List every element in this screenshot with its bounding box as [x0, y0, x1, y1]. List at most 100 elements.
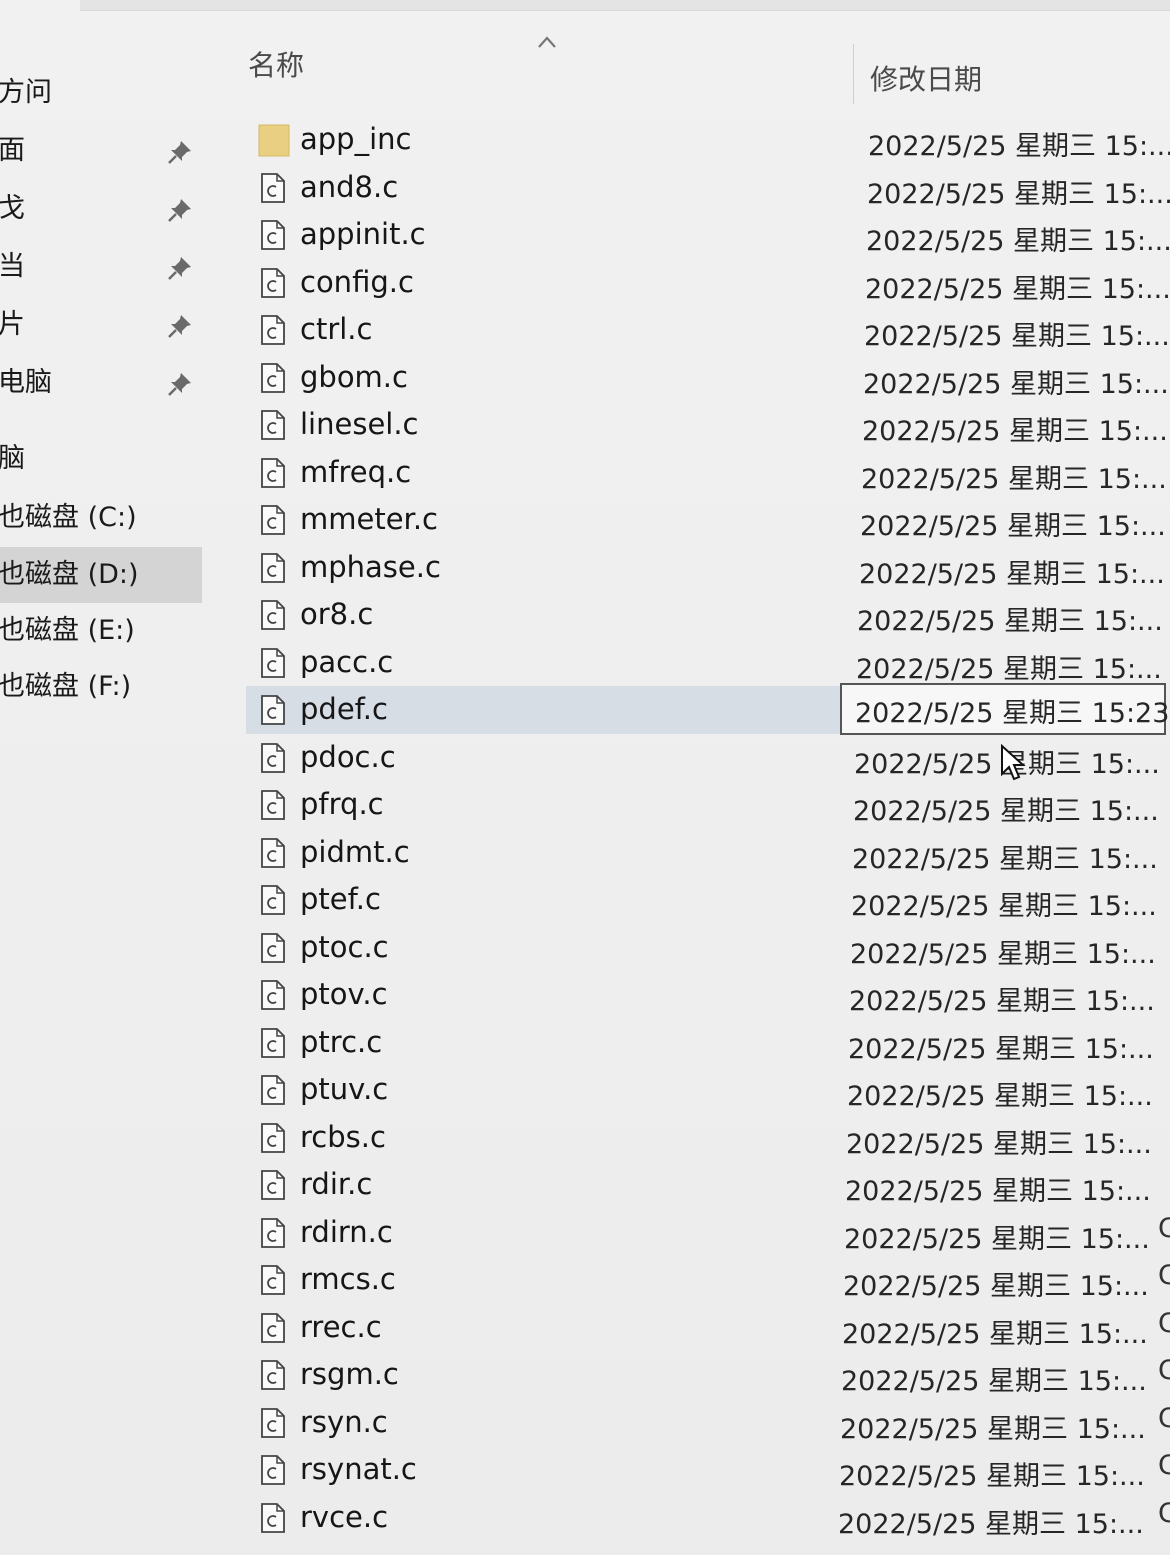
modified-date: 2022/5/25 星期三 15:...: [845, 1176, 1151, 1207]
modified-date: 2022/5/25 星期三 15:...: [862, 416, 1168, 447]
file-row[interactable]: rdir.c 2022/5/25 星期三 15:...: [246, 1161, 1170, 1209]
file-row[interactable]: pidmt.c 2022/5/25 星期三 15:...: [246, 829, 1170, 877]
navigation-pane: 方问面戈当片电脑脑也磁盘 (C:) 也磁盘 (D:) 也磁盘 (E:) 也磁盘 (F:…: [0, 0, 210, 1555]
c-file-icon: [261, 980, 285, 1010]
modified-date: 2022/5/25 星期三 15:...: [840, 1414, 1146, 1445]
modified-date: 2022/5/25 星期三 15:...: [848, 1034, 1154, 1065]
modified-date: 2022/5/25 星期三 15:...: [843, 1271, 1149, 1302]
file-row[interactable]: and8.c 2022/5/25 星期三 15:...: [246, 164, 1170, 212]
pin-icon[interactable]: [166, 370, 194, 398]
file-row[interactable]: rsyn.c 2022/5/25 星期三 15:... C: [246, 1399, 1170, 1447]
sidebar-item-label: 也磁盘 (F:): [0, 671, 132, 702]
c-file-icon: [261, 1075, 285, 1105]
file-row[interactable]: mmeter.c 2022/5/25 星期三 15:...: [246, 496, 1170, 544]
file-row[interactable]: rcbs.c 2022/5/25 星期三 15:...: [246, 1114, 1170, 1162]
sidebar-item[interactable]: 也磁盘 (F:): [0, 664, 202, 710]
pin-icon[interactable]: [166, 312, 194, 340]
next-column-edge: C: [1158, 1450, 1170, 1481]
sidebar-item-label: 脑: [0, 443, 25, 474]
c-file-icon: [261, 885, 285, 915]
c-file-icon: [261, 315, 285, 345]
folder-icon: [258, 124, 290, 157]
file-name: ptef.c: [300, 882, 381, 916]
c-file-icon: [261, 1503, 285, 1533]
pin-icon[interactable]: [166, 254, 194, 282]
c-file-icon: [261, 458, 285, 488]
sidebar-item[interactable]: 脑: [0, 436, 202, 482]
sidebar-item[interactable]: 当: [0, 244, 202, 290]
sidebar-item-label: 戈: [0, 193, 25, 224]
file-row[interactable]: rsgm.c 2022/5/25 星期三 15:... C: [246, 1351, 1170, 1399]
c-file-icon: [261, 1313, 285, 1343]
pin-icon[interactable]: [166, 138, 194, 166]
file-name: ptuv.c: [300, 1072, 389, 1106]
sidebar-item[interactable]: 方问: [0, 70, 202, 116]
modified-date: 2022/5/25 星期三 15:...: [859, 559, 1165, 590]
c-file-icon: [261, 695, 285, 725]
file-row[interactable]: pdef.c 2022/5/25 星期三 15:23: [246, 683, 1170, 735]
c-file-icon: [261, 933, 285, 963]
file-row[interactable]: rdirn.c 2022/5/25 星期三 15:... C: [246, 1209, 1170, 1257]
sidebar-item-label: 也磁盘 (C:): [0, 502, 137, 533]
column-divider[interactable]: [853, 44, 854, 104]
sidebar-item[interactable]: 也磁盘 (C:): [0, 495, 202, 541]
file-row[interactable]: pacc.c 2022/5/25 星期三 15:...: [246, 639, 1170, 687]
sidebar-item-label: 电脑: [0, 367, 52, 398]
file-name: or8.c: [300, 597, 374, 631]
file-row[interactable]: or8.c 2022/5/25 星期三 15:...: [246, 591, 1170, 639]
file-name: ptrc.c: [300, 1025, 383, 1059]
file-row[interactable]: linesel.c 2022/5/25 星期三 15:...: [246, 401, 1170, 449]
modified-date: 2022/5/25 星期三 15:...: [853, 796, 1159, 827]
file-row[interactable]: rrec.c 2022/5/25 星期三 15:... C: [246, 1304, 1170, 1352]
sidebar-item-label: 片: [0, 309, 25, 340]
file-name: mfreq.c: [300, 455, 412, 489]
file-row[interactable]: pdoc.c 2022/5/25 星期三 15:...: [246, 734, 1170, 782]
modified-date: 2022/5/25 星期三 15:...: [838, 1509, 1144, 1540]
sidebar-item[interactable]: 电脑: [0, 360, 202, 406]
sidebar-item[interactable]: 戈: [0, 186, 202, 232]
modified-date: 2022/5/25 星期三 15:...: [860, 511, 1166, 542]
file-row[interactable]: rvce.c 2022/5/25 星期三 15:... C: [246, 1494, 1170, 1542]
file-row[interactable]: rsynat.c 2022/5/25 星期三 15:... C: [246, 1446, 1170, 1494]
modified-date: 2022/5/25 星期三 15:...: [847, 1081, 1153, 1112]
c-file-icon: [261, 1218, 285, 1248]
sidebar-item-label: 也磁盘 (D:): [0, 559, 139, 590]
modified-date: 2022/5/25 星期三 15:...: [864, 321, 1170, 352]
modified-date: 2022/5/25 星期三 15:...: [865, 274, 1170, 305]
file-row[interactable]: ptuv.c 2022/5/25 星期三 15:...: [246, 1066, 1170, 1114]
file-row[interactable]: config.c 2022/5/25 星期三 15:...: [246, 259, 1170, 307]
sidebar-item[interactable]: 也磁盘 (E:): [0, 608, 202, 654]
name-column-header[interactable]: 名称: [248, 44, 304, 84]
file-row[interactable]: appinit.c 2022/5/25 星期三 15:...: [246, 211, 1170, 259]
file-row[interactable]: ptrc.c 2022/5/25 星期三 15:...: [246, 1019, 1170, 1067]
date-column-header[interactable]: 修改日期: [870, 58, 982, 98]
file-row[interactable]: mphase.c 2022/5/25 星期三 15:...: [246, 544, 1170, 592]
pin-icon[interactable]: [166, 196, 194, 224]
modified-date: 2022/5/25 星期三 15:...: [856, 654, 1162, 685]
file-name: rvce.c: [300, 1500, 389, 1534]
c-file-icon: [261, 600, 285, 630]
file-row[interactable]: ptoc.c 2022/5/25 星期三 15:...: [246, 924, 1170, 972]
modified-date: 2022/5/25 星期三 15:...: [868, 131, 1170, 162]
file-row[interactable]: app_inc 2022/5/25 星期三 15:...: [246, 116, 1170, 164]
modified-date: 2022/5/25 星期三 15:...: [851, 891, 1157, 922]
file-row[interactable]: mfreq.c 2022/5/25 星期三 15:...: [246, 449, 1170, 497]
file-name: and8.c: [300, 170, 399, 204]
file-name: pacc.c: [300, 645, 394, 679]
file-row[interactable]: ptef.c 2022/5/25 星期三 15:...: [246, 876, 1170, 924]
modified-date: 2022/5/25 星期三 15:...: [850, 939, 1156, 970]
sidebar-item[interactable]: 也磁盘 (D:): [0, 547, 202, 603]
file-name: pdef.c: [300, 692, 388, 726]
sidebar-item[interactable]: 片: [0, 302, 202, 348]
file-row[interactable]: ptov.c 2022/5/25 星期三 15:...: [246, 971, 1170, 1019]
c-file-icon: [261, 1408, 285, 1438]
sidebar-item[interactable]: 面: [0, 128, 202, 174]
next-column-edge: C: [1158, 1355, 1170, 1386]
c-file-icon: [261, 790, 285, 820]
chevron-up-icon[interactable]: [536, 34, 558, 50]
file-row[interactable]: pfrq.c 2022/5/25 星期三 15:...: [246, 781, 1170, 829]
file-row[interactable]: gbom.c 2022/5/25 星期三 15:...: [246, 354, 1170, 402]
file-row[interactable]: rmcs.c 2022/5/25 星期三 15:... C: [246, 1256, 1170, 1304]
file-name: config.c: [300, 265, 414, 299]
file-row[interactable]: ctrl.c 2022/5/25 星期三 15:...: [246, 306, 1170, 354]
